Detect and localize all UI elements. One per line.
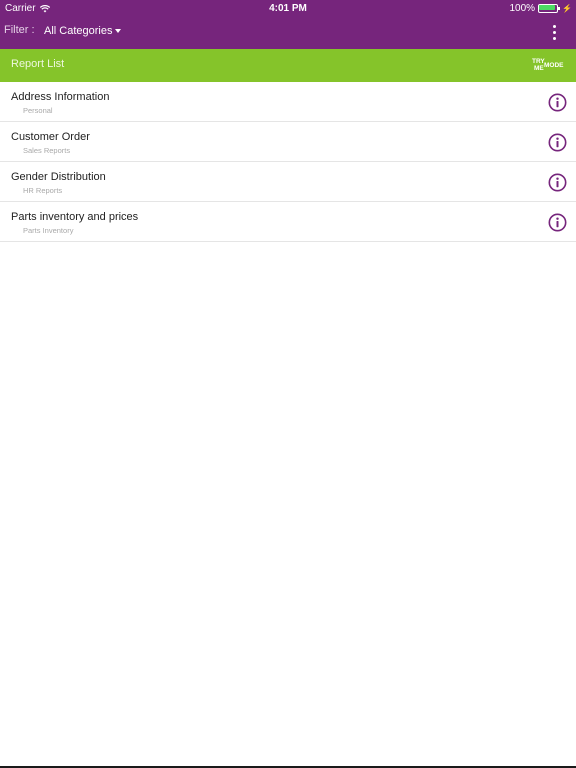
status-bar: Carrier 4:01 PM 100% ⚡	[0, 0, 576, 17]
report-title: Gender Distribution	[11, 171, 106, 183]
more-menu-button[interactable]	[546, 22, 562, 42]
report-category: HR Reports	[23, 186, 63, 195]
filter-row: Filter : All Categories	[0, 22, 576, 42]
me-label: ME	[534, 65, 544, 72]
report-category: Sales Reports	[23, 146, 71, 155]
caret-down-icon	[115, 29, 122, 33]
info-icon[interactable]	[548, 213, 567, 232]
status-time: 4:01 PM	[269, 3, 307, 14]
filter-label: Filter :	[4, 24, 35, 36]
try-label: TRY	[532, 58, 545, 65]
mode-label: MODE	[544, 62, 564, 69]
app-header: Carrier 4:01 PM 100% ⚡ Filter : All Cate…	[0, 0, 576, 49]
report-title: Address Information	[11, 91, 110, 103]
status-battery-group: 100% ⚡	[509, 0, 572, 17]
info-icon[interactable]	[548, 93, 567, 112]
report-row[interactable]: Gender Distribution HR Reports	[0, 162, 576, 202]
report-list-header: Report List TRY ME MODE	[0, 49, 576, 82]
filter-value: All Categories	[44, 25, 113, 37]
category-filter-dropdown[interactable]: All Categories	[44, 25, 122, 37]
report-row[interactable]: Address Information Personal	[0, 82, 576, 122]
report-title: Customer Order	[11, 131, 90, 143]
battery-level-fill	[539, 5, 556, 10]
info-icon[interactable]	[548, 133, 567, 152]
more-vertical-icon	[552, 24, 556, 28]
report-row[interactable]: Parts inventory and prices Parts Invento…	[0, 202, 576, 242]
report-title: Parts inventory and prices	[11, 211, 139, 223]
battery-percent: 100%	[509, 3, 536, 14]
report-list: Address Information Personal Customer Or…	[0, 82, 576, 242]
info-icon[interactable]	[548, 173, 567, 192]
try-me-mode-button[interactable]: TRY ME MODE	[532, 58, 568, 73]
report-row[interactable]: Customer Order Sales Reports	[0, 122, 576, 162]
section-title: Report List	[11, 58, 65, 70]
report-category: Parts Inventory	[23, 226, 74, 235]
report-category: Personal	[23, 106, 53, 115]
battery-icon	[538, 4, 560, 13]
charging-icon: ⚡	[562, 4, 572, 13]
